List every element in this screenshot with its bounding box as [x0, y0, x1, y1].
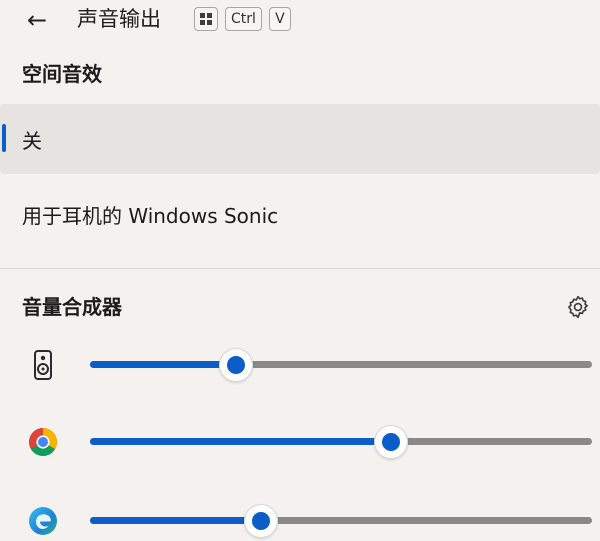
slider-thumb[interactable] [218, 348, 253, 382]
volume-slider-chrome[interactable] [90, 425, 592, 459]
slider-thumb[interactable] [374, 425, 409, 459]
chrome-icon [29, 428, 57, 456]
slider-fill [90, 361, 236, 368]
slider-fill [90, 438, 392, 445]
speaker-device-icon [34, 350, 52, 380]
divider [0, 268, 600, 269]
slider-fill [90, 517, 261, 524]
option-label: 用于耳机的 Windows Sonic [22, 203, 279, 228]
slider-thumb[interactable] [243, 504, 278, 538]
ctrl-key: Ctrl [225, 7, 262, 31]
selection-indicator [2, 124, 6, 152]
back-button[interactable]: ← [22, 6, 52, 34]
option-label: 关 [22, 128, 42, 153]
spatial-audio-option-windows-sonic[interactable]: 用于耳机的 Windows Sonic [0, 182, 600, 246]
edge-icon [29, 507, 57, 535]
quick-settings-sound-output-panel: ← 声音输出 Ctrl V 空间音效 关 用于耳机的 Windows Sonic… [0, 0, 600, 541]
volume-slider-edge[interactable] [90, 504, 592, 538]
v-key: V [268, 7, 291, 31]
page-title: 声音输出 [77, 7, 161, 31]
windows-logo-icon [200, 13, 212, 25]
volume-mixer-title: 音量合成器 [22, 295, 122, 319]
header: ← 声音输出 Ctrl V [0, 0, 600, 42]
windows-key [194, 7, 218, 31]
shortcut-keys: Ctrl V [194, 7, 291, 31]
gear-icon [568, 295, 588, 319]
volume-slider-system[interactable] [90, 348, 592, 382]
arrow-left-icon: ← [26, 6, 48, 34]
volume-mixer-settings-button[interactable] [565, 294, 591, 320]
spatial-audio-option-off[interactable]: 关 [0, 104, 600, 174]
spatial-audio-title: 空间音效 [22, 62, 102, 86]
